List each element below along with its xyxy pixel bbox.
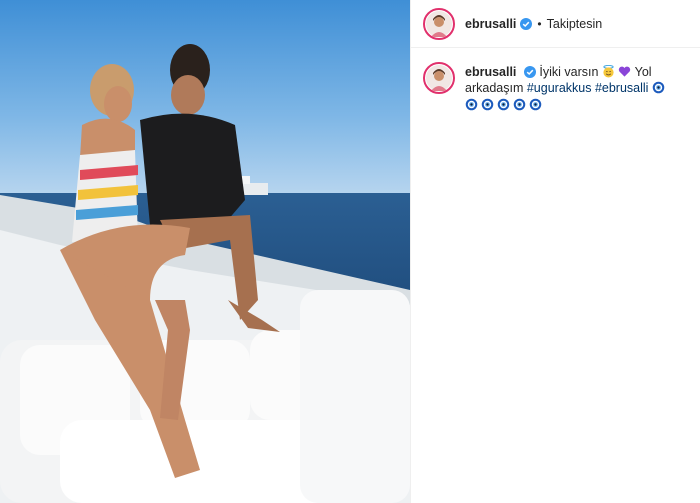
smiling-face-with-halo-icon [603,65,614,78]
post-photo[interactable] [0,0,410,503]
post-username[interactable]: ebrusalli [465,17,516,31]
nazar-evil-eye-icon [497,98,510,111]
nazar-evil-eye-icon [481,98,494,111]
following-status-button[interactable]: Takiptesin [547,17,603,31]
profile-photo-icon [426,65,452,91]
nazar-evil-eye-icon [529,98,542,111]
caption-comment: ebrusalli İyiki varsın Yol arkadaşım #ug… [411,48,700,113]
post-side-panel: ebrusalli • Takiptesin ebrusalli İyiki v… [410,0,700,503]
hashtag-link[interactable]: #ebrusalli [595,81,649,95]
caption-avatar[interactable] [423,62,455,94]
hashtag-link[interactable]: #ugurakkus [527,81,592,95]
purple-heart-icon [619,66,631,77]
verified-badge-icon [520,17,533,30]
verified-badge-icon [523,66,536,78]
nazar-evil-eye-icon [465,98,478,111]
avatar[interactable] [423,7,455,40]
couple-on-yacht-image [0,0,410,503]
caption-text: ebrusalli İyiki varsın Yol arkadaşım #ug… [465,62,675,113]
caption-username[interactable]: ebrusalli [465,65,516,79]
caption-text-part-1: İyiki varsın [539,65,599,79]
post-header: ebrusalli • Takiptesin [411,0,700,48]
separator-dot: • [537,16,542,31]
profile-photo-icon [426,10,452,37]
nazar-evil-eye-icon [513,98,526,111]
evil-eye-row [465,97,675,113]
nazar-evil-eye-icon [652,81,665,94]
